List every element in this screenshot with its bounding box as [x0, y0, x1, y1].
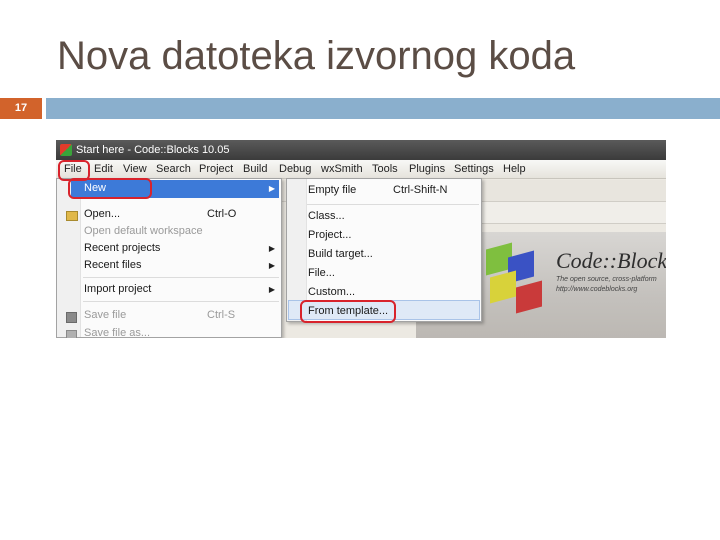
empty-file-shortcut: Ctrl-Shift-N	[393, 184, 448, 196]
file-menu-import-project[interactable]: Import project	[84, 283, 151, 295]
highlight-ring-from-template	[300, 300, 396, 323]
slide-number: 17	[0, 98, 42, 119]
file-menu-save-file: Save file	[84, 309, 127, 321]
logo-cube-red	[516, 280, 542, 314]
window-title-bar: Start here - Code::Blocks 10.05	[56, 140, 666, 160]
codeblocks-screenshot: Start here - Code::Blocks 10.05 File Edi…	[56, 140, 666, 338]
file-menu-save-file-as: Save file as...	[84, 327, 151, 338]
splash-url: http://www.codeblocks.org	[556, 286, 638, 293]
menu-build[interactable]: Build	[243, 163, 267, 175]
open-folder-icon	[66, 211, 78, 221]
highlight-ring-new	[68, 178, 152, 199]
new-menu-class[interactable]: Class...	[308, 210, 345, 222]
new-menu-build-target[interactable]: Build target...	[308, 248, 373, 260]
save-as-disk-icon	[66, 330, 77, 338]
logo-cube-yellow	[490, 270, 516, 304]
menu-bar: File Edit View Search Project Build Debu…	[56, 160, 666, 179]
slide-title: Nova datoteka izvornog koda	[57, 34, 576, 78]
submenu-arrow-icon: ▶	[268, 244, 275, 253]
menu-search[interactable]: Search	[156, 163, 191, 175]
menu-help[interactable]: Help	[503, 163, 526, 175]
file-menu-open-default-workspace: Open default workspace	[84, 225, 203, 237]
submenu-arrow-icon: ▶	[268, 285, 275, 294]
window-title: Start here - Code::Blocks 10.05	[76, 144, 230, 156]
menu-tools[interactable]: Tools	[372, 163, 398, 175]
submenu-arrow-icon: ▶	[268, 261, 275, 270]
menu-plugins[interactable]: Plugins	[409, 163, 445, 175]
menu-settings[interactable]: Settings	[454, 163, 494, 175]
menu-separator	[83, 277, 279, 278]
menu-separator	[83, 301, 279, 302]
title-underline-bar	[46, 98, 720, 119]
menu-view[interactable]: View	[123, 163, 147, 175]
open-shortcut: Ctrl-O	[207, 208, 237, 220]
file-menu-recent-files[interactable]: Recent files	[84, 259, 141, 271]
save-disk-icon	[66, 312, 77, 323]
file-menu: New ▶ Open... Ctrl-O Open default worksp…	[56, 178, 282, 338]
submenu-arrow-icon: ▶	[268, 184, 275, 193]
new-menu-file[interactable]: File...	[308, 267, 335, 279]
file-menu-open[interactable]: Open...	[84, 208, 120, 220]
menu-edit[interactable]: Edit	[94, 163, 113, 175]
menu-separator	[307, 204, 479, 205]
menu-project[interactable]: Project	[199, 163, 233, 175]
splash-subtitle: The open source, cross-platform	[556, 276, 657, 283]
codeblocks-app-icon	[60, 144, 72, 156]
save-shortcut: Ctrl-S	[207, 309, 236, 321]
menu-wxsmith[interactable]: wxSmith	[321, 163, 363, 175]
menu-debug[interactable]: Debug	[279, 163, 311, 175]
new-menu-custom[interactable]: Custom...	[308, 286, 355, 298]
splash-title: Code::Blocks	[556, 248, 666, 273]
new-menu-project[interactable]: Project...	[308, 229, 351, 241]
file-menu-recent-projects[interactable]: Recent projects	[84, 242, 160, 254]
new-menu-empty-file[interactable]: Empty file	[308, 184, 356, 196]
